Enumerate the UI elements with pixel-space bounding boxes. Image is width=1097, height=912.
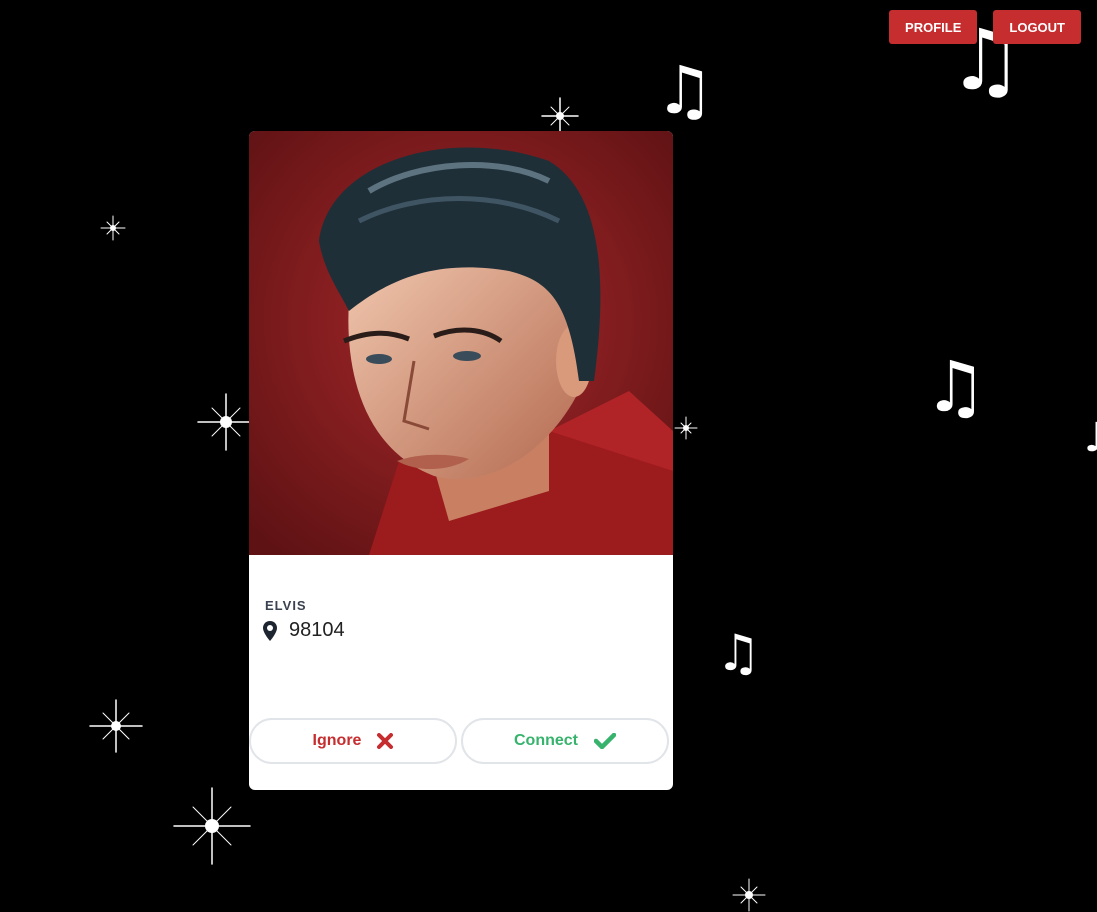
- profile-name: ELVIS: [265, 598, 307, 613]
- top-nav: PROFILE LOGOUT: [889, 10, 1081, 44]
- sparkle-icon: [173, 787, 251, 865]
- connect-button[interactable]: Connect: [461, 718, 669, 764]
- x-icon: [377, 733, 394, 749]
- ignore-button[interactable]: Ignore: [249, 718, 457, 764]
- map-pin-icon: [263, 620, 277, 641]
- sparkle-icon: [674, 416, 698, 440]
- profile-button[interactable]: PROFILE: [889, 10, 978, 44]
- music-note-icon: ♫: [655, 52, 715, 129]
- location-zip: 98104: [289, 619, 345, 641]
- music-note-icon: ♫: [924, 346, 987, 428]
- profile-photo: [249, 131, 673, 555]
- music-note-icon: ♫: [716, 624, 761, 682]
- logout-button[interactable]: LOGOUT: [993, 10, 1081, 44]
- sparkle-icon: [89, 699, 143, 753]
- profile-card: ELVIS 98104 Ignore Connect: [249, 131, 673, 790]
- ignore-label: Ignore: [312, 732, 362, 749]
- sparkle-icon: [541, 97, 579, 135]
- sparkle-icon: [100, 215, 126, 241]
- music-note-icon: ♪: [1084, 415, 1097, 461]
- sparkle-icon: [197, 393, 255, 451]
- check-icon: [594, 733, 616, 749]
- connect-label: Connect: [514, 732, 578, 749]
- profile-location: 98104: [263, 619, 345, 642]
- sparkle-icon: [732, 878, 766, 912]
